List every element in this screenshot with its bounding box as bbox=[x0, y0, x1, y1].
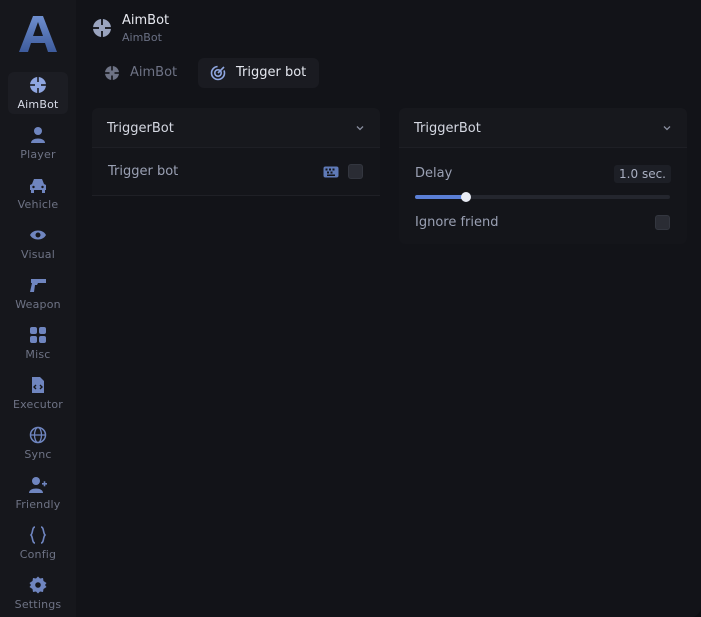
sidebar: AimBot Player Vehicle Visual Weapon Misc… bbox=[0, 0, 76, 617]
sidebar-item-label: Player bbox=[20, 148, 56, 161]
triggerbot-panel-left: TriggerBot Trigger bot bbox=[92, 108, 380, 196]
app-window: AimBot Player Vehicle Visual Weapon Misc… bbox=[0, 0, 701, 617]
script-file-icon bbox=[32, 377, 44, 393]
sidebar-item-aimbot[interactable]: AimBot bbox=[8, 72, 68, 114]
braces-icon bbox=[29, 526, 47, 544]
chevron-down-icon[interactable] bbox=[354, 122, 366, 134]
tab-label: Trigger bot bbox=[236, 65, 307, 80]
keyboard-icon[interactable] bbox=[323, 166, 339, 178]
tab-label: AimBot bbox=[130, 65, 178, 80]
sidebar-item-label: Visual bbox=[20, 248, 56, 261]
sidebar-item-label: Misc bbox=[25, 348, 51, 361]
panel-title: TriggerBot bbox=[107, 121, 174, 136]
grid-icon bbox=[30, 327, 46, 343]
user-icon bbox=[31, 127, 45, 143]
panel-body: Delay 1.0 sec. Ignore friend bbox=[399, 148, 687, 244]
target-icon bbox=[210, 65, 226, 81]
sidebar-item-sync[interactable]: Sync bbox=[8, 422, 68, 464]
sidebar-item-friendly[interactable]: Friendly bbox=[8, 472, 68, 514]
user-plus-icon bbox=[29, 477, 47, 493]
globe-icon bbox=[29, 426, 47, 444]
sidebar-item-label: Vehicle bbox=[17, 198, 59, 211]
sidebar-item-label: Executor bbox=[12, 398, 64, 411]
sidebar-item-label: Weapon bbox=[15, 298, 61, 311]
app-logo bbox=[19, 16, 57, 52]
crosshair-icon bbox=[93, 19, 111, 37]
crosshair-icon bbox=[30, 77, 46, 93]
sidebar-item-executor[interactable]: Executor bbox=[8, 372, 68, 414]
delay-slider-fill bbox=[415, 195, 466, 199]
sidebar-item-config[interactable]: Config bbox=[8, 522, 68, 564]
ignore-friend-label: Ignore friend bbox=[415, 215, 499, 230]
crosshair-icon bbox=[105, 66, 119, 80]
delay-label: Delay bbox=[415, 166, 453, 181]
trigger-bot-checkbox[interactable] bbox=[348, 164, 363, 179]
panel-body: Trigger bot bbox=[92, 148, 380, 196]
sidebar-item-settings[interactable]: Settings bbox=[8, 572, 68, 614]
sidebar-item-weapon[interactable]: Weapon bbox=[8, 272, 68, 314]
eye-icon bbox=[30, 230, 46, 240]
sidebar-item-player[interactable]: Player bbox=[8, 122, 68, 164]
sidebar-item-label: Sync bbox=[24, 448, 52, 461]
sidebar-item-vehicle[interactable]: Vehicle bbox=[8, 172, 68, 214]
panel-header[interactable]: TriggerBot bbox=[399, 108, 687, 148]
sidebar-item-label: Config bbox=[19, 548, 57, 561]
sidebar-item-label: Friendly bbox=[15, 498, 61, 511]
panel-title: TriggerBot bbox=[414, 121, 481, 136]
tab-trigger-bot[interactable]: Trigger bot bbox=[198, 58, 319, 88]
pistol-icon bbox=[30, 279, 46, 292]
trigger-bot-label: Trigger bot bbox=[108, 164, 179, 179]
car-icon bbox=[30, 179, 46, 193]
delay-value: 1.0 sec. bbox=[614, 165, 671, 183]
sidebar-item-visual[interactable]: Visual bbox=[8, 222, 68, 264]
gear-icon bbox=[29, 576, 47, 594]
chevron-down-icon[interactable] bbox=[661, 122, 673, 134]
sidebar-item-label: AimBot bbox=[17, 98, 59, 111]
delay-slider-handle[interactable] bbox=[461, 192, 471, 202]
triggerbot-panel-right: TriggerBot Delay 1.0 sec. Ignore friend bbox=[399, 108, 687, 244]
sidebar-item-label: Settings bbox=[14, 598, 62, 611]
sidebar-item-misc[interactable]: Misc bbox=[8, 322, 68, 364]
tab-aimbot[interactable]: AimBot bbox=[92, 58, 188, 88]
page-title: AimBot bbox=[122, 13, 170, 28]
delay-slider[interactable] bbox=[415, 192, 670, 202]
page-subtitle: AimBot bbox=[122, 31, 162, 44]
ignore-friend-checkbox[interactable] bbox=[655, 215, 670, 230]
panel-header[interactable]: TriggerBot bbox=[92, 108, 380, 148]
